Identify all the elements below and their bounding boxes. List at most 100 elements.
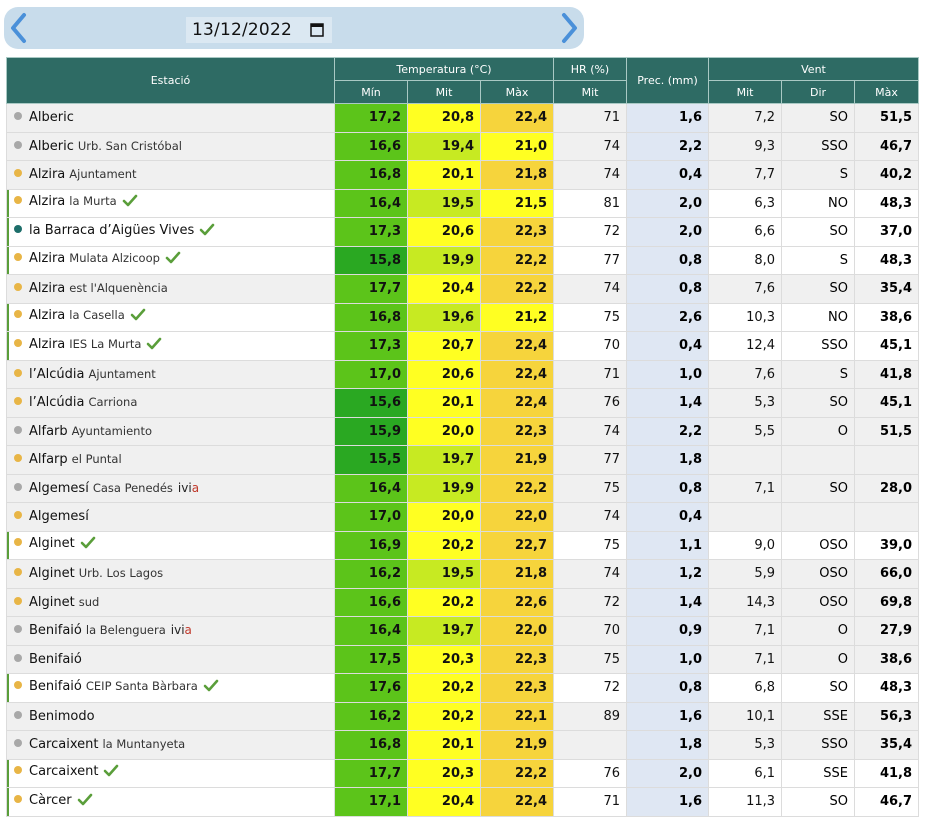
header-hr-mid[interactable]: Mit xyxy=(553,80,628,104)
station-cell[interactable]: Carcaixent la Muntanyeta xyxy=(6,730,335,760)
precipitation-cell: 1,2 xyxy=(626,559,710,589)
table-row[interactable]: Alberic 17,2 20,8 22,4 71 1,6 7,2 SO 51,5 xyxy=(6,103,920,133)
table-row[interactable]: Alfarp el Puntal 15,5 19,7 21,9 77 1,8 xyxy=(6,445,920,475)
station-cell[interactable]: Alzira est l'Alquenència xyxy=(6,274,335,304)
table-row[interactable]: Alzira la Murta 16,4 19,5 21,5 81 2,0 6,3 NO 48,3 xyxy=(6,188,920,218)
station-name[interactable]: l’Alcúdia xyxy=(29,367,84,382)
station-cell[interactable]: Càrcer xyxy=(6,787,335,817)
next-day-button[interactable] xyxy=(554,7,584,49)
station-name[interactable]: Alzira xyxy=(29,337,65,352)
calendar-icon[interactable] xyxy=(310,22,324,37)
table-row[interactable]: Benimodo 16,2 20,2 22,1 89 1,6 10,1 SSE 56,3 xyxy=(6,701,920,731)
station-name[interactable]: Algemesí xyxy=(29,509,89,524)
station-cell[interactable]: Benimodo xyxy=(6,701,335,731)
table-row[interactable]: Algemesí 17,0 20,0 22,0 74 0,4 xyxy=(6,502,920,532)
precipitation-cell: 2,0 xyxy=(626,217,710,247)
station-cell[interactable]: Alzira IES La Murta xyxy=(6,331,335,361)
table-row[interactable]: Alzira IES La Murta 17,3 20,7 22,4 70 0,4 12,4 S… xyxy=(6,331,920,361)
humidity-cell: 70 xyxy=(553,331,628,361)
header-wind-mid[interactable]: Mit xyxy=(708,80,783,104)
station-name[interactable]: Carcaixent xyxy=(29,737,98,752)
station-name[interactable]: Alfarb xyxy=(29,424,68,439)
temp-min-cell: 16,8 xyxy=(334,730,408,760)
station-name[interactable]: Carcaixent xyxy=(29,764,98,779)
station-cell[interactable]: Alfarb Ayuntamiento xyxy=(6,416,335,446)
humidity-cell: 74 xyxy=(553,559,628,589)
temp-mid-cell: 20,2 xyxy=(407,587,481,617)
station-name[interactable]: Alzira xyxy=(29,167,65,182)
table-row[interactable]: Alginet sud 16,6 20,2 22,6 72 1,4 14,3 OSO 69,8 xyxy=(6,587,920,617)
station-name[interactable]: Alzira xyxy=(29,308,65,323)
table-row[interactable]: Alzira Mulata Alzicoop 15,8 19,9 22,2 77 0,8 8,… xyxy=(6,245,920,275)
station-cell[interactable]: l’Alcúdia Carriona xyxy=(6,388,335,418)
station-name[interactable]: Benifaió xyxy=(29,623,82,638)
station-name[interactable]: Alginet xyxy=(29,566,75,581)
table-row[interactable]: Benifaió CEIP Santa Bàrbara 17,6 20,2 22,3 72… xyxy=(6,673,920,703)
table-row[interactable]: Alberic Urb. San Cristóbal 16,6 19,4 21,0 74 2… xyxy=(6,131,920,161)
station-name[interactable]: Alzira xyxy=(29,251,65,266)
station-cell[interactable]: Alzira Mulata Alzicoop xyxy=(6,245,335,275)
station-cell[interactable]: Alzira la Casella xyxy=(6,302,335,332)
table-row[interactable]: Benifaió 17,5 20,3 22,3 75 1,0 7,1 O 38,6 xyxy=(6,644,920,674)
station-name[interactable]: Alfarp xyxy=(29,452,68,467)
station-name[interactable]: Benifaió xyxy=(29,679,82,694)
station-cell[interactable]: Alginet Urb. Los Lagos xyxy=(6,559,335,589)
table-row[interactable]: Carcaixent la Muntanyeta 16,8 20,1 21,9 1,8 5,… xyxy=(6,730,920,760)
station-cell[interactable]: la Barraca d’Aigües Vives xyxy=(6,217,335,247)
wind-dir-cell: S xyxy=(781,160,856,190)
station-name[interactable]: Càrcer xyxy=(29,793,72,808)
station-cell[interactable]: Alfarp el Puntal xyxy=(6,445,335,475)
station-name[interactable]: Alginet xyxy=(29,536,75,551)
table-row[interactable]: Alginet 16,9 20,2 22,7 75 1,1 9,0 OSO 39,0 xyxy=(6,530,920,560)
station-cell[interactable]: Alginet sud xyxy=(6,587,335,617)
station-name[interactable]: la Barraca d’Aigües Vives xyxy=(29,223,194,238)
table-row[interactable]: l’Alcúdia Ajuntament 17,0 20,6 22,4 71 1,0 7,6 S… xyxy=(6,359,920,389)
wind-mid-cell: 5,3 xyxy=(708,388,783,418)
station-cell[interactable]: Alberic Urb. San Cristóbal xyxy=(6,131,335,161)
table-row[interactable]: Alginet Urb. Los Lagos 16,2 19,5 21,8 74 1,2 5,… xyxy=(6,559,920,589)
header-wind-dir[interactable]: Dir xyxy=(781,80,856,104)
station-cell[interactable]: Alginet xyxy=(6,530,335,560)
station-name[interactable]: Alberic xyxy=(29,139,74,154)
station-cell[interactable]: Alzira la Murta xyxy=(6,188,335,218)
header-wind-max[interactable]: Màx xyxy=(854,80,920,104)
station-cell[interactable]: Benifaió xyxy=(6,644,335,674)
station-cell[interactable]: Alzira Ajuntament xyxy=(6,160,335,190)
header-station[interactable]: Estació xyxy=(6,57,335,104)
header-prec[interactable]: Prec. (mm) xyxy=(626,57,710,104)
station-name[interactable]: Alzira xyxy=(29,281,65,296)
table-row[interactable]: Alzira est l'Alquenència 17,7 20,4 22,2 74 0,8… xyxy=(6,274,920,304)
station-cell[interactable]: Carcaixent xyxy=(6,758,335,788)
station-cell[interactable]: Alberic xyxy=(6,103,335,133)
station-cell[interactable]: Benifaió CEIP Santa Bàrbara xyxy=(6,673,335,703)
station-name[interactable]: Algemesí xyxy=(29,481,89,496)
station-cell[interactable]: Benifaió la Belenguera ivia xyxy=(6,616,335,646)
station-name[interactable]: Benimodo xyxy=(29,709,95,724)
station-name[interactable]: l’Alcúdia xyxy=(29,395,84,410)
station-name[interactable]: Benifaió xyxy=(29,652,82,667)
humidity-cell: 70 xyxy=(553,616,628,646)
table-row[interactable]: Benifaió la Belenguera ivia 16,4 19,7 22,0 70 0… xyxy=(6,616,920,646)
table-row[interactable]: Algemesí Casa Penedés ivia 16,4 19,9 22,2 75 0,… xyxy=(6,473,920,503)
header-tmin[interactable]: Mín xyxy=(334,80,408,104)
station-name[interactable]: Alginet xyxy=(29,595,75,610)
table-row[interactable]: Alzira la Casella 16,8 19,6 21,2 75 2,6 10,3 NO 3… xyxy=(6,302,920,332)
temp-min-cell: 16,2 xyxy=(334,559,408,589)
station-cell[interactable]: Algemesí Casa Penedés ivia xyxy=(6,473,335,503)
header-tmid[interactable]: Mit xyxy=(407,80,481,104)
wind-mid-cell: 7,7 xyxy=(708,160,783,190)
table-row[interactable]: Alfarb Ayuntamiento 15,9 20,0 22,3 74 2,2 5,5 O 5… xyxy=(6,416,920,446)
table-row[interactable]: Carcaixent 17,7 20,3 22,2 76 2,0 6,1 SSE 41,8 xyxy=(6,758,920,788)
station-name[interactable]: Alzira xyxy=(29,194,65,209)
table-row[interactable]: Càrcer 17,1 20,4 22,4 71 1,6 11,3 SO 46,7 xyxy=(6,787,920,817)
station-cell[interactable]: Algemesí xyxy=(6,502,335,532)
previous-day-button[interactable] xyxy=(4,7,34,49)
station-cell[interactable]: l’Alcúdia Ajuntament xyxy=(6,359,335,389)
table-row[interactable]: l’Alcúdia Carriona 15,6 20,1 22,4 76 1,4 5,3 SO 4… xyxy=(6,388,920,418)
table-row[interactable]: la Barraca d’Aigües Vives 17,3 20,6 22,3 72 2… xyxy=(6,217,920,247)
table-row[interactable]: Alzira Ajuntament 16,8 20,1 21,8 74 0,4 7,7 S 40,… xyxy=(6,160,920,190)
header-tmax[interactable]: Màx xyxy=(479,80,555,104)
date-input[interactable]: 13/12/2022 xyxy=(186,17,332,43)
temp-min-cell: 17,2 xyxy=(334,103,408,133)
station-name[interactable]: Alberic xyxy=(29,110,74,125)
